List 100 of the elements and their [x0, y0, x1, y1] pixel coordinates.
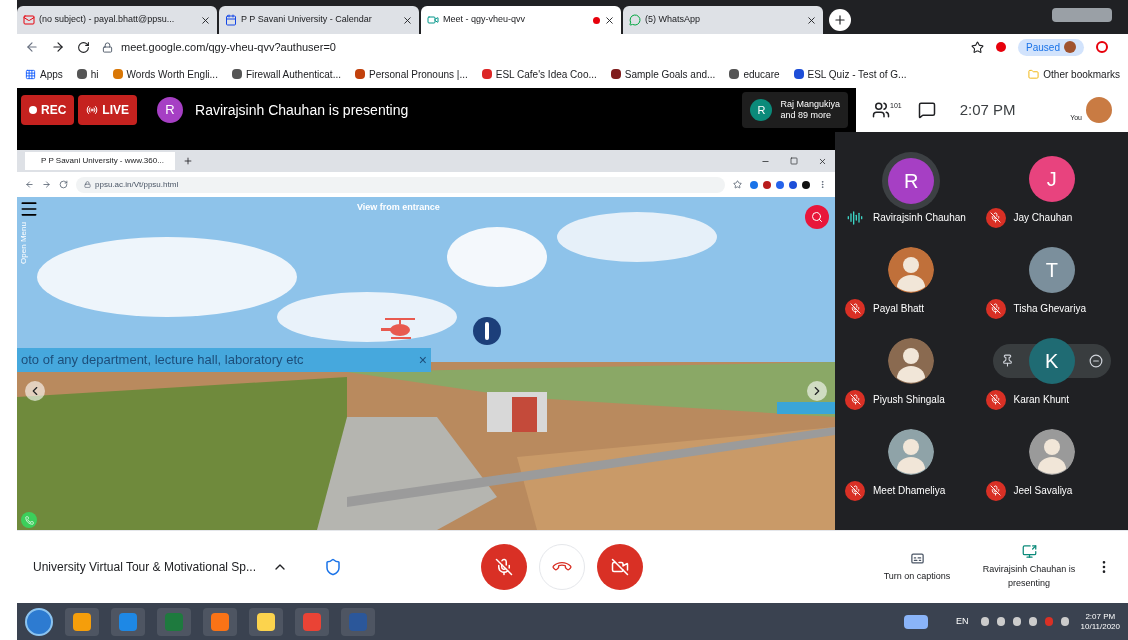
- address-field[interactable]: meet.google.com/qgy-vheu-qvv?authuser=0: [102, 38, 960, 56]
- bookmark[interactable]: educare: [729, 66, 780, 82]
- microphone-off-icon: [849, 394, 861, 405]
- bookmark[interactable]: hi: [76, 66, 99, 82]
- browser-tab[interactable]: (no subject) - payal.bhatt@ppsu...: [17, 6, 217, 34]
- presenter-avatar: R: [157, 97, 183, 123]
- bookmark[interactable]: Apps: [25, 66, 63, 82]
- hang-up-button[interactable]: [539, 544, 585, 590]
- bookmark-favicon: [610, 69, 621, 79]
- shared-address-field[interactable]: ppsu.ac.in/Vt/ppsu.html: [76, 176, 725, 193]
- taskbar-clock[interactable]: 2:07 PM 10/11/2020: [1080, 611, 1120, 632]
- bookmark-favicon: [481, 69, 492, 79]
- close-icon[interactable]: [200, 14, 211, 26]
- bookmark[interactable]: ESL Quiz - Test of G...: [793, 66, 907, 82]
- close-icon[interactable]: [818, 156, 827, 166]
- back-icon[interactable]: [25, 180, 34, 189]
- bookmark-favicon: [231, 69, 242, 79]
- participant-name: Ravirajsinh Chauhan: [873, 211, 966, 225]
- participant-avatar: J: [1028, 155, 1075, 202]
- microphone-off-icon: [990, 303, 1001, 314]
- apps-grid-icon: [25, 68, 36, 80]
- forward-icon[interactable]: [51, 40, 65, 54]
- taskbar-app-icon[interactable]: [249, 607, 283, 636]
- maximize-icon[interactable]: [790, 157, 798, 165]
- participant-name: Jay Chauhan: [1013, 211, 1073, 225]
- bookmark[interactable]: Words Worth Engli...: [112, 66, 218, 82]
- presenting-text: Ravirajsinh Chauhan is presenting: [195, 100, 409, 120]
- phone-icon: [24, 515, 34, 525]
- clock-text: 2:07 PM: [959, 99, 1016, 120]
- captions-button[interactable]: Turn on captions: [872, 550, 962, 584]
- bookmark-favicon: [76, 69, 87, 79]
- new-tab-button[interactable]: [829, 9, 851, 31]
- language-indicator[interactable]: EN: [956, 614, 969, 629]
- banner-text: oto of any department, lecture hall, laboratory etc: [21, 351, 304, 370]
- remove-icon[interactable]: [1088, 353, 1103, 368]
- participant-name: Meet Dhameliya: [873, 484, 946, 498]
- new-tab-icon[interactable]: [183, 156, 193, 166]
- close-icon[interactable]: [402, 14, 413, 26]
- taskbar-app-icon[interactable]: [203, 607, 237, 636]
- camera-off-icon: [611, 558, 629, 576]
- participant-name: Karan Khunt: [1013, 393, 1070, 407]
- bookmark-favicon: [729, 69, 740, 79]
- rec-badge: REC: [21, 95, 75, 125]
- start-button[interactable]: [25, 607, 53, 636]
- extension-icon[interactable]: [996, 42, 1007, 52]
- close-icon[interactable]: [806, 14, 817, 26]
- bookmark-star-icon[interactable]: [733, 180, 742, 189]
- captions-icon: [909, 550, 925, 566]
- update-icon[interactable]: [1096, 41, 1108, 53]
- keyboard-icon[interactable]: [904, 614, 929, 629]
- raised-hands-chip[interactable]: R Raj Mangukiya and 89 more: [742, 92, 848, 128]
- view-title: View from entrance: [357, 201, 440, 214]
- back-icon[interactable]: [25, 40, 39, 54]
- bookmark[interactable]: Firewall Authenticat...: [231, 66, 341, 82]
- chat-button[interactable]: [917, 101, 936, 119]
- bookmark[interactable]: Sample Goals and...: [610, 66, 716, 82]
- live-badge: LIVE: [78, 95, 137, 125]
- participant-avatar: T: [1028, 246, 1075, 293]
- meeting-title[interactable]: University Virtual Tour & Motivational Sp...: [33, 558, 256, 576]
- bookmark-favicon: [793, 69, 804, 79]
- other-bookmarks[interactable]: Other bookmarks: [1028, 66, 1120, 82]
- people-icon: [872, 101, 890, 119]
- next-button[interactable]: [807, 381, 827, 401]
- tab-favicon: [225, 14, 237, 26]
- microphone-off-icon: [849, 303, 861, 314]
- camera-button[interactable]: [597, 544, 643, 590]
- shared-browser-tab[interactable]: P P Savani University - www.360...: [25, 152, 175, 170]
- presenting-button[interactable]: Ravirajsinh Chauhan is presenting: [974, 544, 1084, 590]
- browser-tab[interactable]: (5) WhatsApp: [623, 6, 823, 34]
- reload-icon[interactable]: [77, 40, 90, 54]
- tray-icons[interactable]: [980, 617, 1069, 626]
- security-icon[interactable]: [324, 558, 342, 576]
- participant-avatar: K: [1028, 337, 1075, 384]
- close-icon[interactable]: [604, 14, 615, 26]
- bookmark[interactable]: Personal Pronouns |...: [354, 66, 468, 82]
- taskbar-app-icon[interactable]: [65, 607, 99, 636]
- search-icon: [811, 211, 823, 223]
- menu-icon[interactable]: [19, 199, 39, 219]
- broadcast-icon: [86, 104, 99, 116]
- bookmark-favicon: [112, 69, 123, 79]
- tab-favicon: [23, 14, 35, 26]
- profile-button[interactable]: Paused: [1018, 38, 1084, 56]
- bookmark[interactable]: ESL Cafe's Idea Coo...: [481, 66, 597, 82]
- pin-icon[interactable]: [1000, 354, 1014, 367]
- microphone-button[interactable]: [481, 544, 527, 590]
- participant-name: Payal Bhatt: [873, 302, 925, 316]
- folder-icon: [1028, 68, 1040, 80]
- browser-tab[interactable]: Meet - qgy-vheu-qvv: [421, 6, 621, 34]
- screen-share-icon: [1021, 544, 1037, 559]
- extension-icons: [750, 180, 810, 189]
- bookmark-star-icon[interactable]: [971, 40, 985, 54]
- self-avatar[interactable]: [1086, 97, 1112, 123]
- lock-icon: [102, 41, 113, 53]
- microphone-off-icon: [990, 485, 1001, 496]
- browser-tab[interactable]: P P Savani University - Calendar: [219, 6, 419, 34]
- tab-favicon: [427, 14, 439, 26]
- microphone-off-icon: [990, 394, 1001, 405]
- previous-button[interactable]: [25, 381, 45, 401]
- tab-favicon: [629, 14, 641, 26]
- plus-icon: [833, 13, 847, 27]
